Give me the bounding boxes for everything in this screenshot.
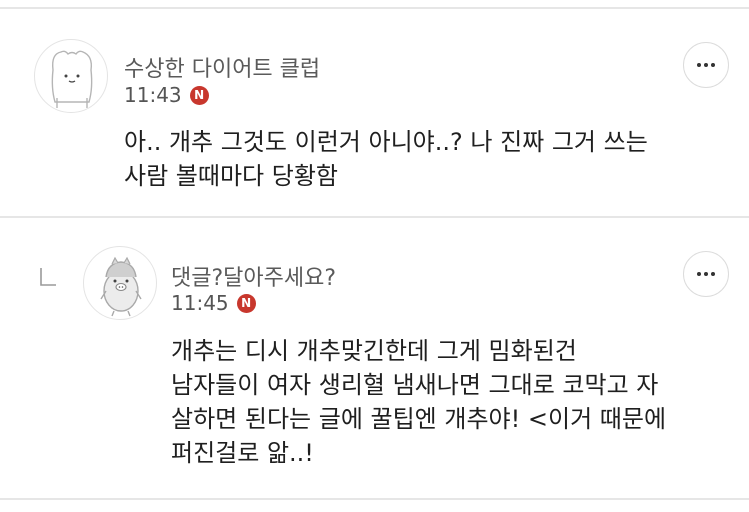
more-dot-icon <box>697 272 701 276</box>
penguin-avatar-icon[interactable] <box>83 246 157 320</box>
comment-line: 남자들이 여자 생리혈 냄새나면 그대로 코막고 자 <box>171 371 659 399</box>
reply-comment-item: 댓글?달아주세요? 11:45 N 개추는 디시 개추맞긴한데 그게 밈화된건 … <box>0 218 749 498</box>
more-dot-icon <box>697 63 701 67</box>
more-options-button[interactable] <box>683 251 729 297</box>
comment-body: 개추는 디시 개추맞긴한데 그게 밈화된건 남자들이 여자 생리혈 냄새나면 그… <box>171 334 731 470</box>
bottom-divider <box>0 498 749 500</box>
comment-meta: 11:45 N <box>171 291 256 315</box>
new-badge: N <box>189 85 209 105</box>
comment-line: 살하면 된다는 글에 꿀팁엔 개추야! <이거 때문에 <box>171 405 667 433</box>
more-options-button[interactable] <box>683 42 729 88</box>
more-dot-icon <box>711 63 715 67</box>
comment-line: 퍼진걸로 앎..! <box>171 439 314 467</box>
comment-nickname[interactable]: 댓글?달아주세요? <box>171 260 336 292</box>
comment-time: 11:43 <box>124 83 182 107</box>
comment-nickname[interactable]: 수상한 다이어트 클럽 <box>124 51 320 83</box>
more-dot-icon <box>704 272 708 276</box>
comment-time: 11:45 <box>171 291 229 315</box>
bear-avatar-icon[interactable] <box>34 39 108 113</box>
comment-body: 아.. 개추 그것도 이런거 아니야..? 나 진짜 그거 쓰는 사람 볼때마다… <box>124 125 714 193</box>
reply-arrow-icon <box>40 268 56 286</box>
comment-line: 개추는 디시 개추맞긴한데 그게 밈화된건 <box>171 337 577 365</box>
new-badge: N <box>236 293 256 313</box>
comment-meta: 11:43 N <box>124 83 209 107</box>
comment-line: 사람 볼때마다 당황함 <box>124 162 338 190</box>
more-dot-icon <box>704 63 708 67</box>
comment-item: 수상한 다이어트 클럽 11:43 N 아.. 개추 그것도 이런거 아니야..… <box>0 9 749 216</box>
comment-line: 아.. 개추 그것도 이런거 아니야..? 나 진짜 그거 쓰는 <box>124 128 648 156</box>
more-dot-icon <box>711 272 715 276</box>
